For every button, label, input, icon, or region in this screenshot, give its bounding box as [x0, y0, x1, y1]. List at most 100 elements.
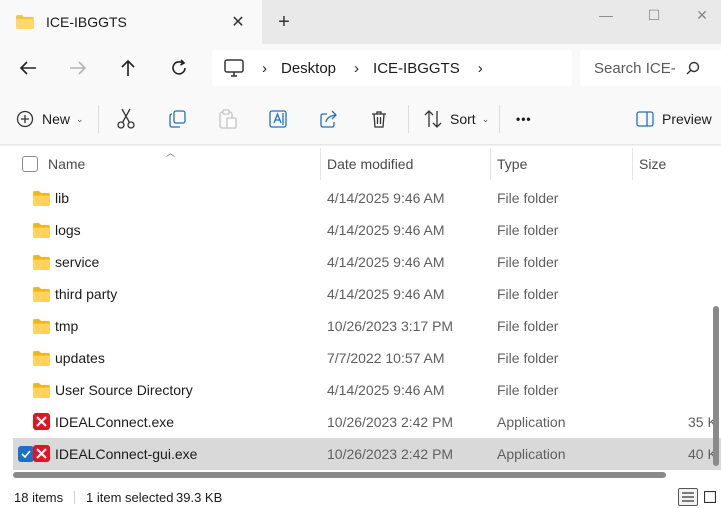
file-row[interactable]: User Source Directory 4/14/2025 9:46 AM Fi… — [13, 374, 721, 406]
more-icon: ••• — [516, 112, 532, 126]
application-error-icon — [33, 445, 50, 462]
file-name: User Source Directory — [55, 382, 193, 398]
close-window-button[interactable]: ✕ — [692, 6, 712, 24]
preview-button[interactable]: Preview — [636, 108, 712, 130]
chevron-down-icon: ⌄ — [481, 113, 490, 124]
file-date: 10/26/2023 3:17 PM — [327, 318, 454, 334]
status-bar: 18 items 1 item selected 39.3 KB — [0, 486, 721, 508]
refresh-button[interactable] — [167, 56, 191, 80]
arrow-up-icon — [121, 59, 135, 76]
new-label: New — [42, 111, 71, 127]
file-type: File folder — [497, 190, 559, 206]
search-icon — [686, 61, 699, 75]
file-row[interactable]: IDEALConnect.exe 10/26/2023 2:42 PM Applic… — [13, 406, 721, 438]
share-icon — [320, 110, 337, 128]
breadcrumb-expand-icon[interactable]: › — [478, 60, 483, 77]
column-header-row: Name Date modified Type Size — [0, 148, 721, 180]
navigation-bar: › Desktop › ICE-IBGGTS › Search ICE- — [0, 44, 721, 92]
paste-button[interactable] — [219, 108, 237, 130]
column-type[interactable]: Type — [497, 156, 527, 172]
item-count: 18 items — [14, 490, 64, 505]
cut-button[interactable] — [117, 108, 135, 130]
vertical-scrollbar[interactable] — [713, 306, 719, 466]
folder-icon — [33, 191, 50, 206]
file-type: File folder — [497, 222, 559, 238]
search-input[interactable]: Search ICE- — [580, 50, 721, 86]
select-all-checkbox[interactable] — [22, 156, 38, 172]
column-divider[interactable] — [632, 148, 633, 180]
selection-count: 1 item selected — [86, 490, 174, 505]
tab-title: ICE-IBGGTS — [46, 14, 127, 30]
file-row[interactable]: service 4/14/2025 9:46 AM File folder — [13, 246, 721, 278]
new-tab-button[interactable]: + — [274, 11, 294, 33]
file-date: 4/14/2025 9:46 AM — [327, 254, 445, 270]
file-type: File folder — [497, 254, 559, 270]
file-date: 10/26/2023 2:42 PM — [327, 446, 454, 462]
delete-button[interactable] — [371, 108, 387, 130]
list-view-icon — [682, 492, 694, 502]
tiles-view-button[interactable] — [700, 488, 720, 506]
file-type: Application — [497, 446, 566, 462]
file-list: ︿ Name Date modified Type Size lib 4/14/2… — [0, 146, 721, 486]
horizontal-scrollbar[interactable] — [13, 472, 666, 478]
column-name[interactable]: Name — [48, 156, 85, 172]
file-type: Application — [497, 414, 566, 430]
file-row[interactable]: updates 7/7/2022 10:57 AM File folder — [13, 342, 721, 374]
file-row[interactable]: third party 4/14/2025 9:46 AM File folder — [13, 278, 721, 310]
breadcrumb-separator-icon: › — [354, 59, 360, 77]
arrow-left-icon — [19, 61, 36, 75]
column-size[interactable]: Size — [639, 156, 666, 172]
file-row[interactable]: logs 4/14/2025 9:46 AM File folder — [13, 214, 721, 246]
computer-icon — [224, 59, 244, 77]
back-button[interactable] — [16, 56, 40, 80]
copy-icon — [169, 110, 186, 128]
share-button[interactable] — [320, 108, 338, 130]
column-divider[interactable] — [320, 148, 321, 180]
plus-circle-icon — [16, 110, 34, 128]
up-button[interactable] — [116, 56, 140, 80]
file-name: IDEALConnect.exe — [55, 414, 175, 430]
file-type: File folder — [497, 286, 559, 302]
command-bar: New ⌄ Sort ⌄ ••• Preview — [0, 92, 721, 145]
breadcrumb-desktop[interactable]: Desktop — [281, 60, 336, 77]
preview-pane-icon — [636, 111, 654, 127]
maximize-button[interactable]: ☐ — [644, 6, 664, 24]
rename-icon — [269, 110, 287, 128]
breadcrumb-ice-ibggts[interactable]: ICE-IBGGTS — [373, 60, 460, 77]
address-bar[interactable]: › Desktop › ICE-IBGGTS › — [212, 50, 572, 86]
file-type: File folder — [497, 350, 559, 366]
column-date-modified[interactable]: Date modified — [327, 156, 413, 172]
file-date: 10/26/2023 2:42 PM — [327, 414, 454, 430]
folder-icon — [33, 255, 50, 270]
chevron-down-icon: ⌄ — [76, 113, 84, 124]
application-error-icon — [33, 413, 50, 430]
file-name: third party — [55, 286, 118, 302]
file-date: 4/14/2025 9:46 AM — [327, 286, 445, 302]
folder-icon — [16, 15, 34, 29]
tab-ice-ibggts[interactable]: ICE-IBGGTS ✕ — [0, 0, 262, 44]
row-checkbox[interactable] — [18, 446, 34, 462]
file-date: 4/14/2025 9:46 AM — [327, 382, 445, 398]
selection-size: 39.3 KB — [176, 490, 223, 505]
close-tab-button[interactable]: ✕ — [228, 12, 248, 32]
folder-icon — [33, 287, 50, 302]
file-row[interactable]: lib 4/14/2025 9:46 AM File folder — [13, 182, 721, 214]
column-divider[interactable] — [490, 148, 491, 180]
file-row[interactable]: tmp 10/26/2023 3:17 PM File folder — [13, 310, 721, 342]
copy-button[interactable] — [169, 108, 187, 130]
sort-button[interactable]: Sort ⌄ — [424, 108, 489, 130]
minimize-button[interactable]: — — [596, 6, 616, 24]
new-button[interactable]: New ⌄ — [16, 108, 84, 130]
file-name: tmp — [55, 318, 79, 334]
rename-button[interactable] — [269, 108, 289, 130]
tiles-view-icon — [704, 491, 716, 503]
file-date: 4/14/2025 9:46 AM — [327, 222, 445, 238]
file-row[interactable]: IDEALConnect-gui.exe 10/26/2023 2:42 PM Ap… — [13, 438, 721, 470]
search-placeholder: Search ICE- — [594, 59, 676, 77]
breadcrumb-separator-icon: › — [262, 59, 267, 77]
sort-label: Sort — [450, 111, 476, 127]
details-view-button[interactable] — [678, 488, 698, 506]
toolbar-divider — [499, 105, 500, 133]
forward-button[interactable] — [66, 56, 90, 80]
more-options-button[interactable]: ••• — [516, 108, 532, 130]
